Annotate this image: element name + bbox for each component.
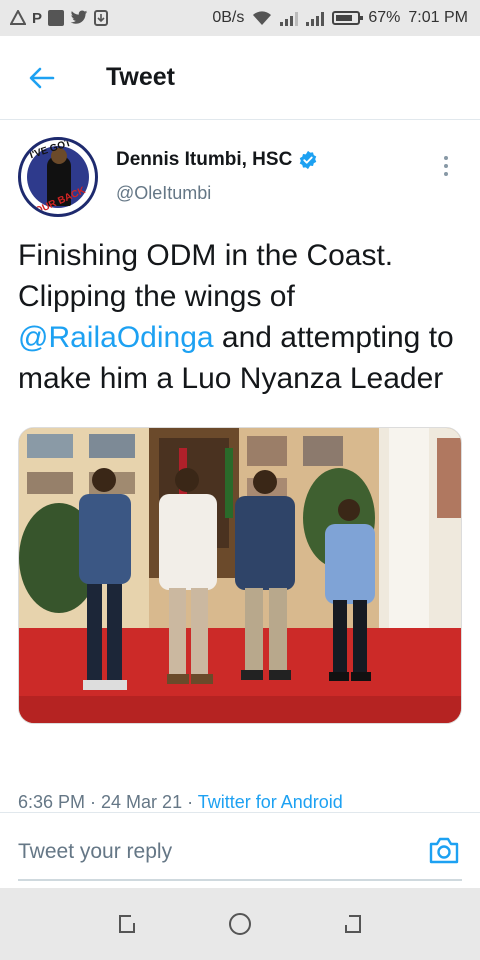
back-arrow-icon — [29, 67, 55, 88]
tweet-photo-image — [19, 428, 461, 723]
battery-icon — [332, 11, 364, 25]
twitter-icon — [70, 10, 88, 24]
square-icon — [48, 10, 65, 26]
wifi-icon — [253, 11, 272, 25]
reply-input[interactable] — [18, 835, 398, 869]
more-dot-icon — [444, 156, 448, 160]
app-header: Tweet — [0, 36, 480, 120]
back-nav-button[interactable] — [338, 909, 368, 939]
author-handle[interactable]: @OleItumbi — [116, 183, 318, 204]
more-dot-icon — [444, 164, 448, 168]
more-dot-icon — [444, 172, 448, 176]
recents-button[interactable] — [112, 909, 142, 939]
back-icon — [345, 915, 362, 933]
reply-underline — [18, 879, 462, 881]
tweet-source-link[interactable]: Twitter for Android — [198, 792, 343, 812]
reply-bar — [0, 812, 480, 888]
tweet-text-part1: Finishing ODM in the Coast. Clipping the… — [18, 239, 394, 313]
avatar[interactable]: I'VE GOT YOUR BACK — [18, 137, 98, 217]
status-notification-icons: P — [10, 9, 109, 27]
status-bar: P 0B/s 67% 7:01 PM — [0, 0, 480, 36]
author-display-name: Dennis Itumbi, HSC — [116, 149, 293, 170]
author-display-name-row[interactable]: Dennis Itumbi, HSC — [116, 149, 318, 171]
tweet-author-row: I'VE GOT YOUR BACK Dennis Itumbi, HSC @O… — [18, 121, 462, 225]
network-speed: 0B/s — [212, 9, 245, 26]
camera-icon[interactable] — [428, 835, 460, 865]
author-names: Dennis Itumbi, HSC @OleItumbi — [116, 137, 318, 204]
battery-percent: 67% — [368, 9, 401, 26]
download-icon — [94, 10, 109, 26]
signal-icon-sim1 — [280, 10, 299, 26]
tweet-timestamp: 6:36 PM · 24 Mar 21 · — [18, 792, 198, 812]
tweet-detail: I'VE GOT YOUR BACK Dennis Itumbi, HSC @O… — [0, 121, 480, 724]
tweet-text: Finishing ODM in the Coast. Clipping the… — [18, 235, 468, 399]
recents-icon — [118, 915, 135, 933]
more-options-button[interactable] — [436, 151, 456, 181]
status-system-info: 0B/s 67% 7:01 PM — [212, 9, 468, 27]
mention-link[interactable]: @RailaOdinga — [18, 321, 214, 354]
system-nav-bar — [0, 888, 480, 960]
p-icon: P — [32, 9, 43, 27]
signal-icon-sim2 — [306, 10, 325, 26]
page-title: Tweet — [106, 63, 175, 91]
tweet-meta: 6:36 PM · 24 Mar 21 · Twitter for Androi… — [18, 792, 468, 812]
home-button[interactable] — [225, 909, 255, 939]
alert-icon — [10, 10, 26, 25]
verified-badge-icon — [300, 150, 317, 170]
home-icon — [228, 913, 251, 935]
back-button[interactable] — [12, 48, 72, 108]
clock: 7:01 PM — [408, 9, 468, 26]
tweet-photo[interactable] — [18, 427, 462, 724]
